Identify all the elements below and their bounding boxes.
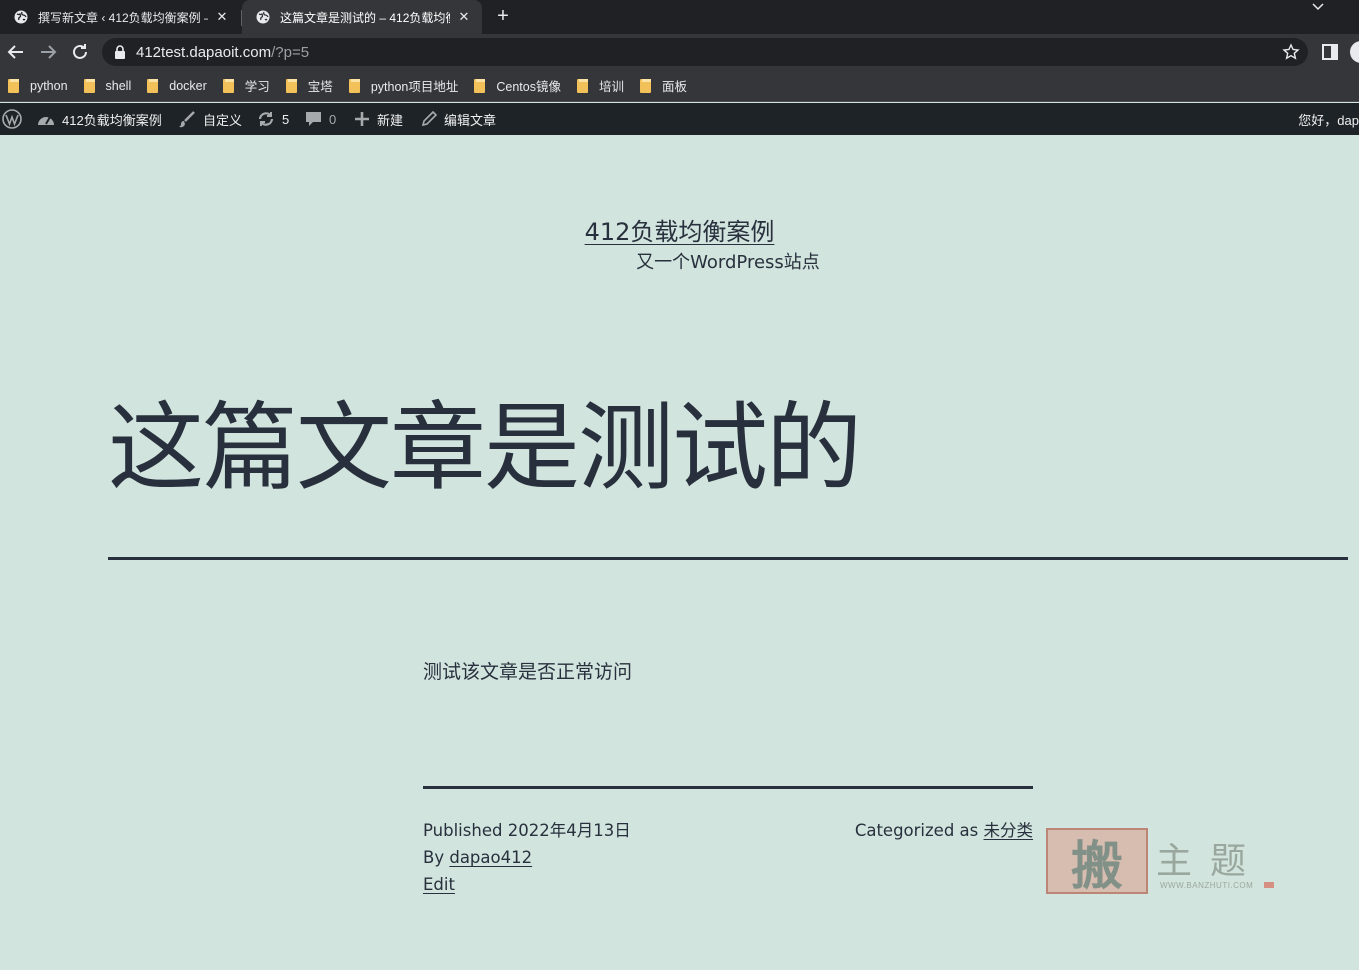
bookmark-star-icon[interactable] — [1282, 43, 1300, 61]
folder-icon — [147, 78, 159, 93]
bookmark-panel[interactable]: 面板 — [639, 76, 687, 95]
post-meta: Published 2022年4月13日 By dapao412 Edit — [423, 817, 631, 898]
globe-icon — [256, 10, 270, 24]
wordpress-logo-icon — [2, 109, 22, 129]
bookmark-study[interactable]: 学习 — [222, 76, 270, 95]
watermark-text: 主题 — [1156, 841, 1265, 882]
tab-search-chevron-icon[interactable] — [1308, 0, 1328, 14]
comment-bubble-icon — [306, 112, 321, 126]
reload-icon[interactable] — [68, 40, 92, 64]
folder-icon — [285, 78, 298, 93]
edit-link[interactable]: Edit — [423, 875, 455, 894]
updates-count: 5 — [282, 111, 290, 127]
watermark-dot — [1264, 882, 1274, 888]
dashboard-icon — [38, 116, 54, 125]
tab-title: 这篇文章是测试的 – 412负载均衡 — [280, 10, 450, 25]
close-tab-icon[interactable]: ✕ — [456, 9, 472, 25]
greeting-text: 您好，dap — [1298, 112, 1359, 128]
address-bar[interactable]: 412test.dapaoit.com/?p=5 — [102, 38, 1308, 66]
bookmark-label: 培训 — [598, 80, 624, 94]
watermark-seal: 搬 — [1046, 828, 1148, 897]
tab-title: 撰写新文章 ‹ 412负载均衡案例 — — [38, 10, 208, 25]
watermark-logo: 搬 主题 WWW.BANZHUTI.COM — [1046, 826, 1276, 897]
bookmark-label: 宝塔 — [307, 80, 333, 94]
url-text: 412test.dapaoit.com/?p=5 — [136, 44, 309, 61]
category-link[interactable]: 未分类 — [984, 821, 1034, 840]
url-path: /?p=5 — [271, 44, 310, 61]
admin-bar-my-account[interactable]: 您好，dap — [1298, 103, 1359, 135]
new-tab-button[interactable]: + — [491, 5, 515, 29]
lock-icon[interactable] — [114, 45, 126, 59]
post-title: 这篇文章是测试的 — [108, 392, 862, 504]
site-description: 又一个WordPress站点 — [636, 252, 820, 273]
categorized-label: Categorized as — [854, 821, 979, 840]
author-line: By dapao412 — [423, 844, 631, 871]
side-panel-icon[interactable] — [1320, 42, 1340, 62]
admin-bar-updates[interactable]: 5 — [257, 103, 289, 135]
published-date: 2022年4月13日 — [507, 821, 631, 840]
bookmark-baota[interactable]: 宝塔 — [285, 76, 333, 95]
title-divider — [108, 557, 1348, 560]
profile-avatar[interactable] — [1350, 41, 1359, 63]
post-content: 测试该文章是否正常访问 — [423, 661, 633, 683]
paintbrush-icon — [179, 111, 195, 128]
admin-bar-new[interactable]: 新建 — [354, 103, 403, 135]
bookmark-training[interactable]: 培训 — [576, 76, 624, 95]
bookmark-shell[interactable]: shell — [83, 78, 132, 93]
content-divider — [423, 786, 1033, 789]
customize-label: 自定义 — [203, 112, 243, 128]
published-label: Published — [423, 821, 503, 840]
bookmark-label: Centos镜像 — [496, 80, 561, 94]
folder-icon — [83, 78, 96, 93]
bookmarks-bar: python shell docker 学习 宝塔 python项目地址 Cen… — [0, 70, 1359, 102]
folder-icon — [222, 78, 235, 93]
author-link[interactable]: dapao412 — [449, 848, 532, 867]
bookmark-centos-mirror[interactable]: Centos镜像 — [474, 76, 561, 95]
tab-write-post[interactable]: 撰写新文章 ‹ 412负载均衡案例 — ✕ — [0, 0, 240, 34]
globe-icon — [14, 10, 28, 24]
post-categories: Categorized as 未分类 — [855, 817, 1033, 844]
bookmark-label: 学习 — [244, 80, 270, 94]
forward-arrow-icon[interactable] — [36, 40, 60, 64]
bookmark-label: docker — [169, 78, 207, 93]
wordpress-logo-menu[interactable] — [2, 103, 29, 135]
folder-icon — [576, 78, 589, 93]
bookmark-label: shell — [105, 78, 132, 93]
updates-icon — [258, 112, 274, 126]
close-tab-icon[interactable]: ✕ — [214, 9, 230, 25]
back-arrow-icon[interactable] — [4, 40, 28, 64]
admin-bar-comments[interactable]: 0 — [305, 103, 336, 135]
published-line: Published 2022年4月13日 — [423, 817, 631, 844]
by-label: By — [423, 848, 445, 867]
plus-icon — [355, 112, 369, 126]
folder-icon — [639, 78, 652, 93]
edit-post-label: 编辑文章 — [444, 112, 497, 128]
bookmark-label: 面板 — [661, 80, 687, 94]
site-title-link[interactable]: 412负载均衡案例 — [585, 218, 775, 246]
watermark-seal-char: 搬 — [1070, 835, 1123, 897]
admin-bar-customize[interactable]: 自定义 — [178, 103, 242, 135]
site-title[interactable]: 412负载均衡案例 — [0, 212, 1359, 247]
admin-bar-edit-post[interactable]: 编辑文章 — [421, 103, 496, 135]
bookmark-label: python — [30, 78, 68, 93]
new-label: 新建 — [377, 112, 404, 128]
tab-strip: 撰写新文章 ‹ 412负载均衡案例 — ✕ 这篇文章是测试的 – 412负载均衡… — [0, 0, 1359, 34]
admin-bar-site-name[interactable]: 412负载均衡案例 — [37, 103, 162, 135]
folder-icon — [348, 78, 361, 93]
url-host: 412test.dapaoit.com — [136, 44, 272, 61]
tab-current-post[interactable]: 这篇文章是测试的 – 412负载均衡 ✕ — [242, 0, 482, 34]
bookmark-docker[interactable]: docker — [147, 78, 207, 93]
site-name-label: 412负载均衡案例 — [62, 112, 162, 128]
bookmark-python[interactable]: python — [8, 78, 68, 93]
bookmark-label: python项目地址 — [370, 80, 459, 94]
bookmark-python-projects[interactable]: python项目地址 — [348, 76, 459, 95]
wp-admin-bar: 412负载均衡案例 自定义 5 0 新建 编辑文章 您好，dap — [0, 103, 1359, 135]
watermark-url: WWW.BANZHUTI.COM — [1160, 881, 1254, 890]
browser-toolbar: 412test.dapaoit.com/?p=5 — [0, 34, 1359, 70]
edit-line: Edit — [423, 871, 631, 898]
folder-icon — [474, 78, 486, 93]
pencil-icon — [421, 111, 437, 127]
folder-icon — [8, 78, 20, 93]
comments-count: 0 — [329, 111, 337, 127]
